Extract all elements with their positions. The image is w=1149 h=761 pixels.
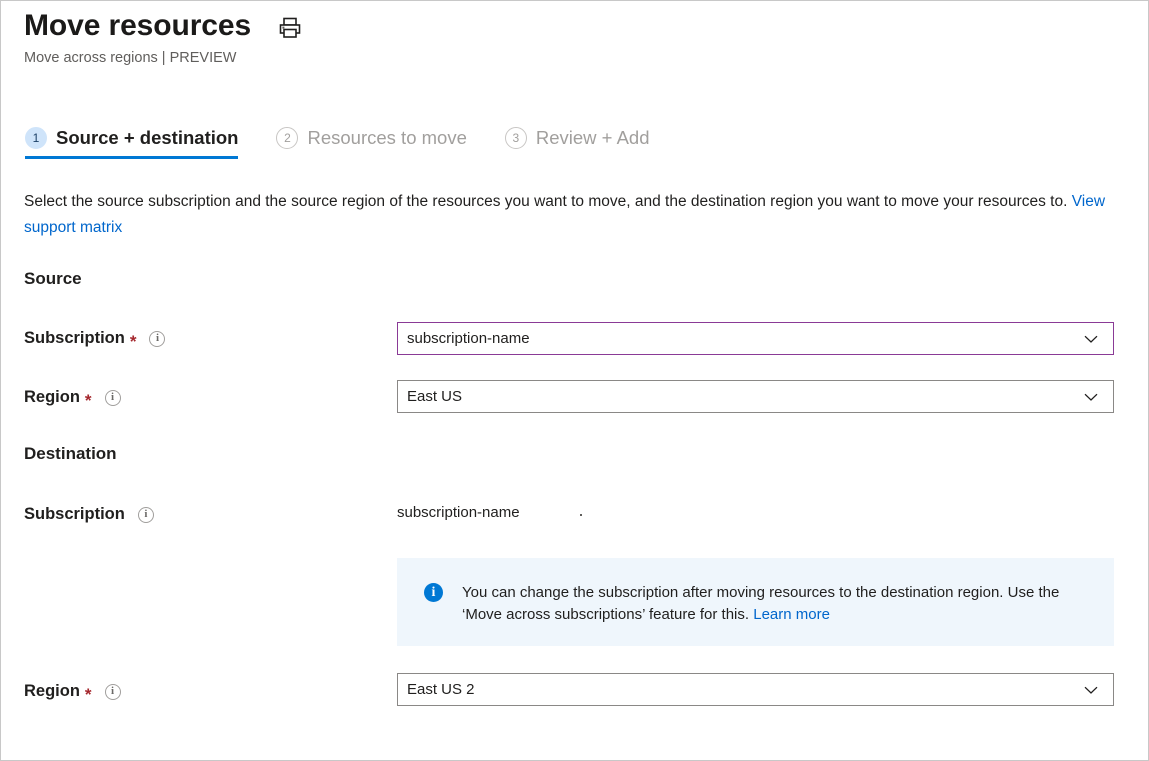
tab-label-review-add: Review + Add xyxy=(536,127,650,149)
source-region-label: Region * i xyxy=(24,388,121,407)
chevron-down-icon xyxy=(1083,389,1099,405)
tab-badge-1: 1 xyxy=(25,127,47,149)
tab-badge-2: 2 xyxy=(276,127,298,149)
destination-subscription-label-text: Subscription xyxy=(24,505,125,524)
info-icon[interactable]: i xyxy=(105,390,121,406)
destination-section-heading: Destination xyxy=(24,444,117,464)
destination-subscription-label: Subscription i xyxy=(24,505,154,524)
chevron-down-icon xyxy=(1083,331,1099,347)
info-banner-text: You can change the subscription after mo… xyxy=(462,582,1062,626)
tab-resources-to-move[interactable]: 2 Resources to move xyxy=(276,127,466,159)
page-title: Move resources xyxy=(24,7,251,45)
move-resources-page: Move resources Move across regions | PRE… xyxy=(0,0,1149,761)
source-subscription-value: subscription-name xyxy=(407,330,1083,347)
destination-subscription-value: subscription-name xyxy=(397,504,520,521)
page-description: Select the source subscription and the s… xyxy=(24,189,1109,241)
tab-badge-3: 3 xyxy=(505,127,527,149)
destination-region-dropdown[interactable]: East US 2 xyxy=(397,673,1114,706)
destination-region-required-asterisk: * xyxy=(85,690,92,700)
source-section-heading: Source xyxy=(24,269,82,289)
info-icon[interactable]: i xyxy=(149,331,165,347)
destination-region-value: East US 2 xyxy=(407,681,1083,698)
tab-source-destination[interactable]: 1 Source + destination xyxy=(25,127,238,159)
source-region-dropdown[interactable]: East US xyxy=(397,380,1114,413)
page-header: Move resources Move across regions | PRE… xyxy=(24,7,303,68)
tab-review-add[interactable]: 3 Review + Add xyxy=(505,127,650,159)
source-subscription-label-text: Subscription xyxy=(24,329,125,348)
tab-label-source-destination: Source + destination xyxy=(56,127,238,149)
print-icon[interactable] xyxy=(277,15,303,41)
text-cursor-artifact xyxy=(580,514,582,516)
learn-more-link[interactable]: Learn more xyxy=(753,606,830,623)
description-text: Select the source subscription and the s… xyxy=(24,193,1072,210)
source-subscription-label: Subscription * i xyxy=(24,329,165,348)
source-subscription-dropdown[interactable]: subscription-name xyxy=(397,322,1114,355)
source-region-required-asterisk: * xyxy=(85,396,92,406)
source-subscription-required-asterisk: * xyxy=(130,337,137,347)
destination-subscription-info-banner: i You can change the subscription after … xyxy=(397,558,1114,646)
wizard-tabs: 1 Source + destination 2 Resources to mo… xyxy=(25,127,688,159)
info-filled-icon: i xyxy=(424,583,443,602)
tab-label-resources-to-move: Resources to move xyxy=(307,127,466,149)
destination-region-label-text: Region xyxy=(24,682,80,701)
chevron-down-icon xyxy=(1083,682,1099,698)
source-region-value: East US xyxy=(407,388,1083,405)
page-subtitle: Move across regions | PREVIEW xyxy=(24,48,303,68)
title-row: Move resources xyxy=(24,7,303,45)
destination-region-label: Region * i xyxy=(24,682,121,701)
info-icon[interactable]: i xyxy=(138,507,154,523)
info-icon[interactable]: i xyxy=(105,684,121,700)
source-region-label-text: Region xyxy=(24,388,80,407)
